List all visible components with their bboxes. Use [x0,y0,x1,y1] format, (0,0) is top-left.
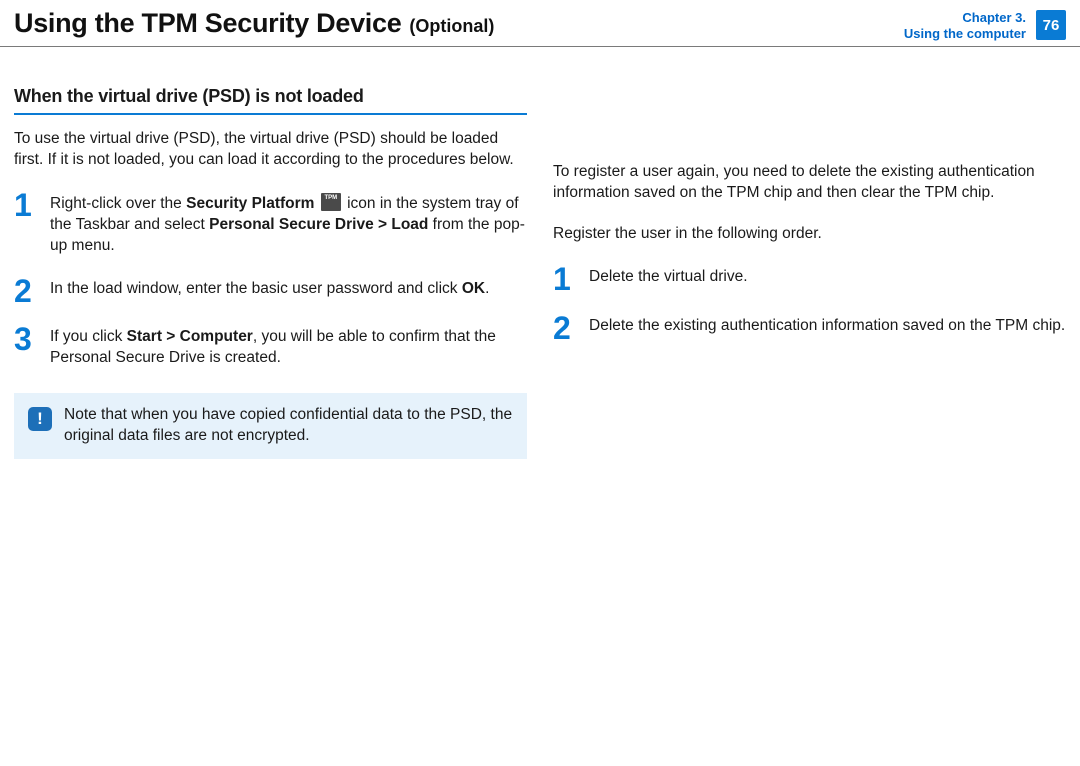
title-wrap: Using the TPM Security Device (Optional) [14,8,494,39]
page-number-badge: 76 [1036,10,1066,40]
header-divider [0,46,1080,47]
left-column: When the virtual drive (PSD) is not load… [14,86,527,459]
bold: OK [462,280,485,297]
step-number: 1 [553,265,575,294]
step-2: 2 In the load window, enter the basic us… [14,277,527,306]
intro-paragraph: To use the virtual drive (PSD), the virt… [14,129,527,171]
text: If you click [50,328,127,345]
chapter-line2: Using the computer [904,26,1026,42]
page-title-suffix: (Optional) [409,16,494,37]
note-text: Note that when you have copied confident… [64,405,513,447]
note-box: ! Note that when you have copied confide… [14,393,527,459]
text: . [485,280,489,297]
header-right: Chapter 3. Using the computer 76 [904,8,1080,43]
intro-paragraph: Register the user in the following order… [553,224,1066,245]
text: In the load window, enter the basic user… [50,280,462,297]
step-body: Right-click over the Security Platform i… [50,191,527,257]
alert-icon: ! [28,407,52,431]
bold: Security Platform [186,195,314,212]
right-column: To register a user again, you need to de… [553,86,1066,459]
bold: Start > Computer [127,328,253,345]
bold: Personal Secure Drive > Load [209,216,428,233]
step-1: 1 Right-click over the Security Platform… [14,191,527,257]
step-number: 1 [14,191,36,257]
text: Right-click over the [50,195,186,212]
page-header: Using the TPM Security Device (Optional)… [0,0,1080,52]
step-1: 1 Delete the virtual drive. [553,265,1066,294]
step-number: 2 [553,314,575,343]
step-body: Delete the existing authentication infor… [589,314,1065,343]
content-columns: When the virtual drive (PSD) is not load… [0,52,1080,459]
step-number: 3 [14,325,36,369]
step-body: In the load window, enter the basic user… [50,277,489,306]
page-title: Using the TPM Security Device [14,8,401,39]
tpm-icon [321,193,341,211]
intro-paragraph: To register a user again, you need to de… [553,162,1066,204]
chapter-label: Chapter 3. Using the computer [904,10,1026,43]
chapter-line1: Chapter 3. [904,10,1026,26]
step-body: Delete the virtual drive. [589,265,748,294]
step-body: If you click Start > Computer, you will … [50,325,527,369]
step-3: 3 If you click Start > Computer, you wil… [14,325,527,369]
step-number: 2 [14,277,36,306]
section-title: When the virtual drive (PSD) is not load… [14,86,527,115]
step-2: 2 Delete the existing authentication inf… [553,314,1066,343]
